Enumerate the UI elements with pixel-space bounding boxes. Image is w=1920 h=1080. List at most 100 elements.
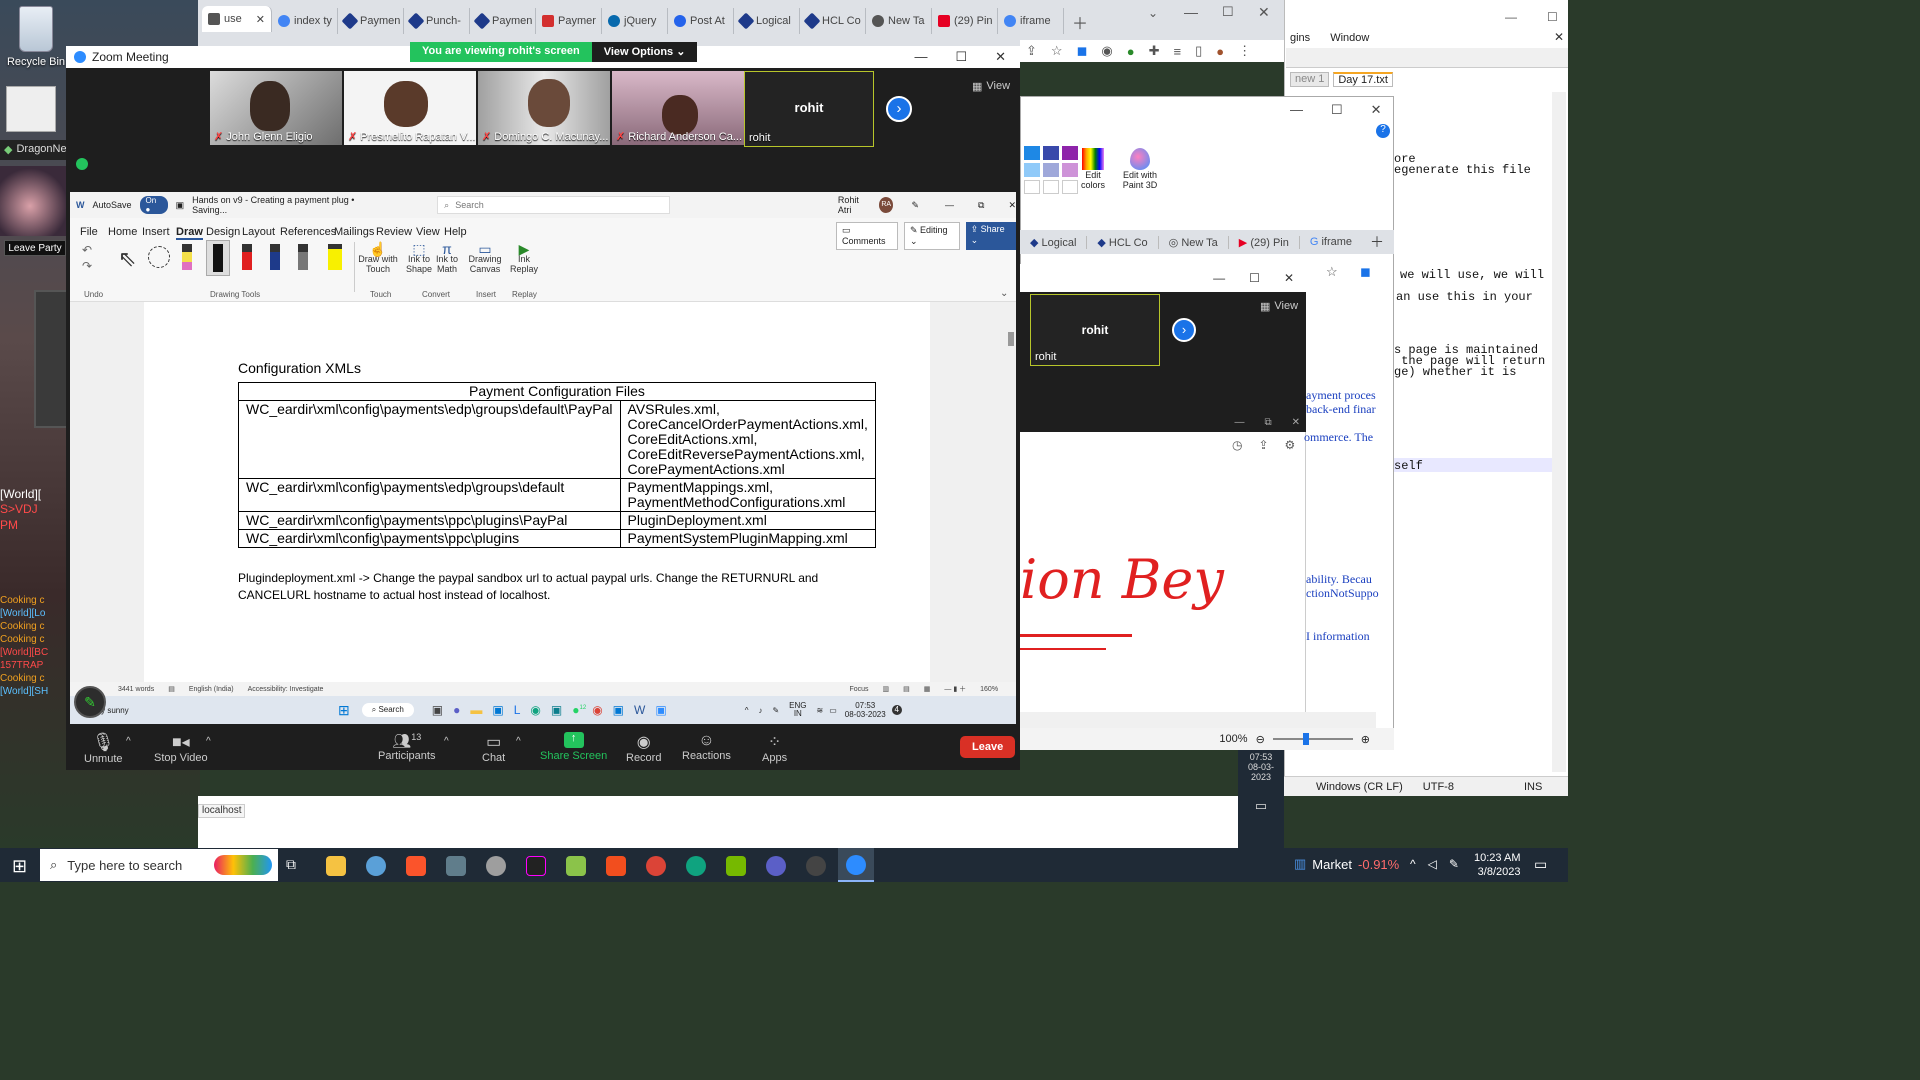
- maximize-button[interactable]: ☐: [1331, 102, 1343, 118]
- close-icon[interactable]: ✕: [256, 13, 265, 26]
- app-icon[interactable]: ▣: [432, 703, 443, 717]
- intellij-icon[interactable]: [526, 856, 546, 876]
- pen-icon[interactable]: ✎: [1449, 857, 1459, 871]
- chrome-tab[interactable]: Punch-: [404, 8, 470, 34]
- app-icon[interactable]: ●: [453, 703, 460, 717]
- maximize-button[interactable]: ☐: [1222, 4, 1234, 20]
- draw-with-touch-button[interactable]: ☝ Draw with Touch: [358, 242, 398, 274]
- color-swatch[interactable]: [1043, 146, 1059, 160]
- restore-button[interactable]: ⧉: [1264, 417, 1271, 428]
- chat-button[interactable]: ▭ Chat: [482, 732, 505, 764]
- notepadpp-icon[interactable]: [566, 856, 586, 876]
- chrome-tab[interactable]: ◆ HCL Co: [1087, 235, 1159, 249]
- chrome-tab[interactable]: Paymer: [536, 8, 602, 34]
- color-swatch[interactable]: [1024, 163, 1040, 177]
- pen-icon[interactable]: ✎: [911, 200, 919, 211]
- zoom-slider[interactable]: [1272, 733, 1353, 745]
- wifi-icon[interactable]: ≋: [817, 706, 824, 715]
- share-icon[interactable]: ⇪: [1258, 438, 1268, 452]
- video-options-icon[interactable]: ^: [206, 736, 211, 747]
- close-button[interactable]: ✕: [1284, 271, 1294, 285]
- chrome-tab[interactable]: (29) Pin: [932, 8, 998, 34]
- more-icon[interactable]: ⋮: [1238, 43, 1251, 59]
- start-icon[interactable]: ⊞: [338, 702, 350, 719]
- participant-tile[interactable]: ✗ Richard Anderson Ca...: [612, 71, 744, 145]
- participant-tile[interactable]: ✗ Presmelito Rapatan V...: [344, 71, 476, 145]
- chrome-tab[interactable]: HCL Co: [800, 8, 866, 34]
- record-button[interactable]: ◉ Record: [626, 732, 661, 764]
- edit-colors-button[interactable]: Edit colors: [1078, 148, 1108, 190]
- unmute-button[interactable]: 🎙︎ Unmute: [84, 732, 123, 765]
- tab-help[interactable]: Help: [444, 226, 467, 238]
- red-pen-icon[interactable]: [242, 244, 252, 270]
- edit-paint3d-button[interactable]: Edit with Paint 3D: [1118, 148, 1162, 190]
- close-button[interactable]: ✕: [1008, 200, 1016, 211]
- whatsapp-icon[interactable]: ●12: [572, 703, 586, 717]
- chrome-icon[interactable]: [646, 856, 666, 876]
- color-swatch[interactable]: [1062, 146, 1078, 160]
- figma-icon[interactable]: [606, 856, 626, 876]
- leave-party-button[interactable]: Leave Party: [4, 240, 66, 256]
- collapse-ribbon-icon[interactable]: ⌄: [1000, 288, 1008, 299]
- dragonnest-shortcut[interactable]: ◆ DragonNe: [0, 140, 70, 160]
- tab-references[interactable]: References: [280, 226, 336, 238]
- gear-icon[interactable]: ⚙: [1285, 438, 1296, 452]
- chat-options-icon[interactable]: ^: [516, 736, 521, 747]
- zoom-in-icon[interactable]: ⊕: [1361, 733, 1370, 746]
- document-scrollbar[interactable]: [1006, 302, 1016, 682]
- extension-icon[interactable]: ●: [1127, 44, 1135, 59]
- avatar[interactable]: RA: [878, 197, 894, 213]
- color-swatch[interactable]: [1062, 163, 1078, 177]
- tab-draw[interactable]: Draw: [176, 226, 203, 240]
- taskbar-clock[interactable]: 10:23 AM 3/8/2023: [1474, 851, 1520, 879]
- document-page[interactable]: Configuration XMLs Payment Configuration…: [144, 302, 930, 682]
- ink-replay-button[interactable]: ▶ Ink Replay: [510, 242, 538, 274]
- maximize-button[interactable]: ☐: [955, 49, 967, 65]
- extension-icon[interactable]: ◼: [1360, 264, 1371, 280]
- close-button[interactable]: ✕: [1371, 102, 1382, 118]
- tab-layout[interactable]: Layout: [242, 226, 275, 238]
- pencil-tool-icon[interactable]: [182, 244, 192, 270]
- web-layout-icon[interactable]: ▦: [924, 685, 931, 693]
- puzzle-icon[interactable]: ✚: [1149, 43, 1160, 59]
- leave-button[interactable]: Leave: [960, 736, 1016, 758]
- tab-design[interactable]: Design: [206, 226, 240, 238]
- chrome-tab[interactable]: Paymen: [338, 8, 404, 34]
- word-icon[interactable]: W: [634, 703, 645, 717]
- notification-center-icon[interactable]: ▭: [1534, 856, 1547, 873]
- edge-icon[interactable]: ◉: [530, 703, 540, 717]
- mini-zoom-tile[interactable]: rohit rohit: [1030, 294, 1160, 366]
- recycle-bin-shortcut[interactable]: Recycle Bin: [6, 6, 66, 68]
- tab-mailings[interactable]: Mailings: [334, 226, 374, 238]
- chrome-tab[interactable]: Logical: [734, 8, 800, 34]
- folder-icon[interactable]: ▬: [470, 703, 482, 717]
- help-icon[interactable]: ?: [1376, 124, 1390, 138]
- undo-icon[interactable]: ↶: [82, 242, 92, 258]
- reactions-button[interactable]: ☺ Reactions: [682, 732, 731, 762]
- autosave-toggle[interactable]: On ●: [139, 196, 168, 214]
- lasso-icon[interactable]: [148, 246, 170, 268]
- view-options-button[interactable]: View Options ⌄: [591, 42, 698, 62]
- app-icon[interactable]: [366, 856, 386, 876]
- participants-button[interactable]: 👥︎13 Participants: [378, 732, 435, 762]
- gray-pen-icon[interactable]: [298, 244, 308, 270]
- mic-icon[interactable]: ♪: [758, 706, 762, 715]
- file-icon[interactable]: [6, 86, 56, 132]
- search-box[interactable]: ⌕ Search: [437, 196, 670, 214]
- taskbar-search[interactable]: ⌕ Search: [361, 703, 414, 717]
- pen-icon[interactable]: ✎: [772, 706, 779, 715]
- next-page-icon[interactable]: ›: [1172, 318, 1196, 342]
- market-widget[interactable]: ▥ Market -0.91%: [1294, 856, 1399, 872]
- save-icon[interactable]: ▣: [176, 200, 185, 211]
- weather-widget[interactable]: artly sunny: [90, 706, 230, 715]
- participants-options-icon[interactable]: ^: [444, 736, 449, 747]
- chrome-tab[interactable]: ▶ (29) Pin: [1229, 235, 1300, 249]
- chrome-tab[interactable]: index ty: [272, 8, 338, 34]
- taskbar-search-box[interactable]: ⌕ Type here to search: [40, 849, 278, 881]
- chrome-tab[interactable]: iframe: [998, 8, 1064, 34]
- language-status[interactable]: English (India): [189, 686, 234, 693]
- nvidia-icon[interactable]: [726, 856, 746, 876]
- chrome-tab[interactable]: use ✕: [202, 6, 272, 32]
- share-screen-button[interactable]: ↑ Share Screen: [540, 732, 607, 762]
- brave-icon[interactable]: [406, 856, 426, 876]
